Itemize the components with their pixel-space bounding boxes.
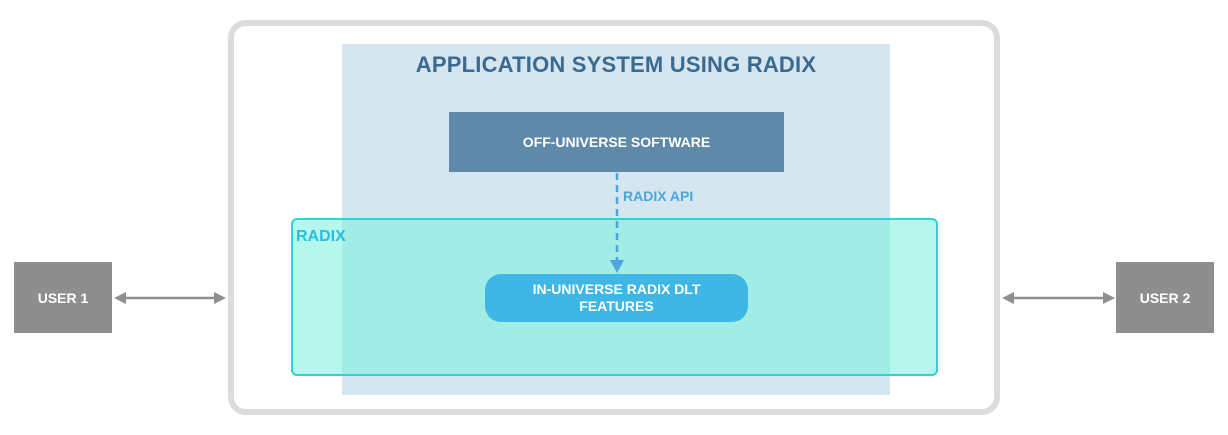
user-2-connector-left-arrowhead [1002, 292, 1014, 304]
user-2-connector-right-arrowhead [1103, 292, 1115, 304]
radix-api-arrow-head [610, 260, 624, 273]
user-1-connector-right-arrowhead [214, 292, 226, 304]
user-1-connector-left-arrowhead [114, 292, 126, 304]
connector-overlay [114, 173, 1115, 304]
